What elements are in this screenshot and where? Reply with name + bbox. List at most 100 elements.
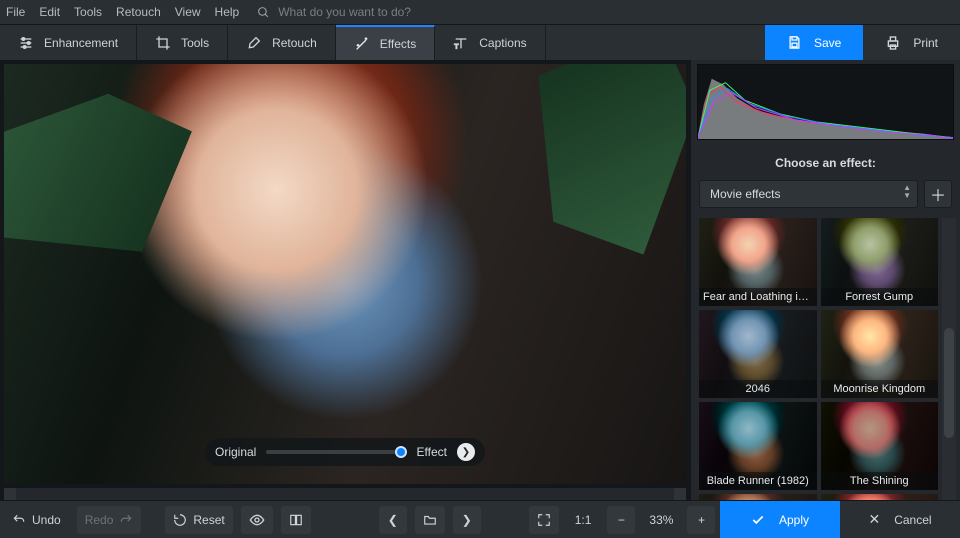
undo-button[interactable]: Undo [4, 506, 69, 534]
brush-icon [246, 35, 262, 51]
effect-thumbnail[interactable]: Fear and Loathing in L... [699, 218, 817, 306]
menubar: File Edit Tools Retouch View Help [0, 0, 960, 24]
thumbnail-image [699, 494, 817, 500]
effect-thumbnail[interactable]: The Shining [821, 402, 939, 490]
print-label: Print [913, 36, 938, 50]
fit-icon [537, 513, 551, 527]
menu-file[interactable]: File [6, 5, 25, 19]
next-image-button[interactable]: ❯ [453, 506, 481, 534]
compare-effect-label: Effect [417, 445, 447, 459]
horizontal-scrollbar[interactable] [4, 488, 686, 500]
tab-label: Retouch [272, 36, 317, 50]
effect-thumbnail[interactable]: Forrest Gump [821, 218, 939, 306]
compare-original-label: Original [215, 445, 256, 459]
chevron-right-icon: ❯ [462, 513, 472, 527]
zoom-value: 33% [639, 513, 683, 527]
tab-tools[interactable]: Tools [137, 25, 228, 60]
print-icon [885, 35, 901, 51]
apply-button[interactable]: Apply [720, 501, 840, 538]
menu-tools[interactable]: Tools [74, 5, 102, 19]
tab-label: Captions [479, 36, 526, 50]
save-label: Save [814, 36, 841, 50]
effect-thumbnail[interactable]: Blade Runner (1982) [699, 402, 817, 490]
bottombar: Undo Redo Reset ❮ ❯ 1:1 − 33% + [0, 500, 960, 538]
actual-size-button[interactable]: 1:1 [567, 506, 600, 534]
compare-split-button[interactable] [281, 506, 311, 534]
toggle-preview-button[interactable] [241, 506, 273, 534]
browse-folder-button[interactable] [415, 506, 445, 534]
tab-label: Effects [380, 37, 416, 51]
effect-category-select[interactable]: Movie effects ▲▼ [699, 180, 918, 208]
reset-label: Reset [193, 513, 224, 527]
tab-enhancement[interactable]: Enhancement [0, 25, 137, 60]
tab-label: Enhancement [44, 36, 118, 50]
chevron-right-icon[interactable]: ❯ [457, 443, 475, 461]
compare-slider[interactable]: Original Effect ❯ [205, 438, 485, 466]
undo-icon [12, 513, 26, 527]
tab-effects[interactable]: Effects [336, 25, 435, 60]
prev-image-button[interactable]: ❮ [379, 506, 407, 534]
chevron-left-icon: ❮ [388, 513, 398, 527]
tab-retouch[interactable]: Retouch [228, 25, 336, 60]
thumbnail-label: Moonrise Kingdom [821, 380, 939, 398]
thumbnail-label: Blade Runner (1982) [699, 472, 817, 490]
sidebar-title: Choose an effect: [691, 144, 960, 180]
effect-thumbnail[interactable] [699, 494, 817, 500]
menu-help[interactable]: Help [215, 5, 240, 19]
split-icon [289, 513, 303, 527]
zoom-in-button[interactable]: + [687, 506, 715, 534]
spinner-icon: ▲▼ [903, 184, 911, 200]
search-icon [257, 6, 270, 19]
thumbnail-image [821, 494, 939, 500]
thumbnail-label: Fear and Loathing in L... [699, 288, 817, 306]
crop-icon [155, 35, 171, 51]
select-value: Movie effects [710, 187, 780, 201]
menu-view[interactable]: View [175, 5, 201, 19]
close-icon: ✕ [868, 511, 880, 528]
effect-thumbnails: Fear and Loathing in L...Forrest Gump 204… [699, 218, 956, 500]
effect-thumbnail[interactable]: Moonrise Kingdom [821, 310, 939, 398]
menu-retouch[interactable]: Retouch [116, 5, 161, 19]
eye-icon [249, 512, 265, 528]
histogram [697, 64, 954, 140]
add-category-button[interactable]: ＋ [924, 180, 952, 208]
reset-icon [173, 513, 187, 527]
plus-icon: + [698, 513, 705, 527]
main: Original Effect ❯ Choose an effect: [0, 60, 960, 500]
compare-knob[interactable] [395, 446, 407, 458]
redo-label: Redo [85, 513, 114, 527]
fit-screen-button[interactable] [529, 506, 559, 534]
redo-icon [119, 513, 133, 527]
minus-icon: − [618, 513, 625, 527]
print-button[interactable]: Print [863, 25, 960, 60]
effect-thumbnail[interactable] [821, 494, 939, 500]
redo-button[interactable]: Redo [77, 506, 142, 534]
cancel-button[interactable]: ✕ Cancel [840, 501, 960, 538]
zoom-out-button[interactable]: − [607, 506, 635, 534]
scrollbar-thumb[interactable] [944, 328, 954, 438]
menu-edit[interactable]: Edit [39, 5, 60, 19]
effect-thumbnail[interactable]: 2046 [699, 310, 817, 398]
viewport: Original Effect ❯ [0, 60, 690, 500]
apply-label: Apply [779, 513, 809, 527]
toolbar: Enhancement Tools Retouch Effects T Capt… [0, 24, 960, 60]
svg-text:T: T [455, 43, 459, 50]
sidebar: Choose an effect: Movie effects ▲▼ ＋ Fea… [690, 60, 960, 500]
plus-icon: ＋ [930, 182, 946, 206]
thumbnail-label: Forrest Gump [821, 288, 939, 306]
save-button[interactable]: Save [765, 25, 863, 60]
thumbnail-label: The Shining [821, 472, 939, 490]
sidebar-scrollbar[interactable] [942, 218, 956, 500]
wand-icon [354, 36, 370, 52]
compare-track[interactable] [266, 450, 406, 454]
command-search[interactable] [257, 5, 478, 19]
command-search-input[interactable] [278, 5, 478, 19]
reset-button[interactable]: Reset [165, 506, 232, 534]
histogram-chart [698, 65, 953, 140]
image-canvas[interactable]: Original Effect ❯ [4, 64, 686, 484]
text-icon: T [453, 35, 469, 51]
folder-icon [423, 513, 437, 527]
thumbnail-label: 2046 [699, 380, 817, 398]
tab-captions[interactable]: T Captions [435, 25, 545, 60]
undo-label: Undo [32, 513, 61, 527]
